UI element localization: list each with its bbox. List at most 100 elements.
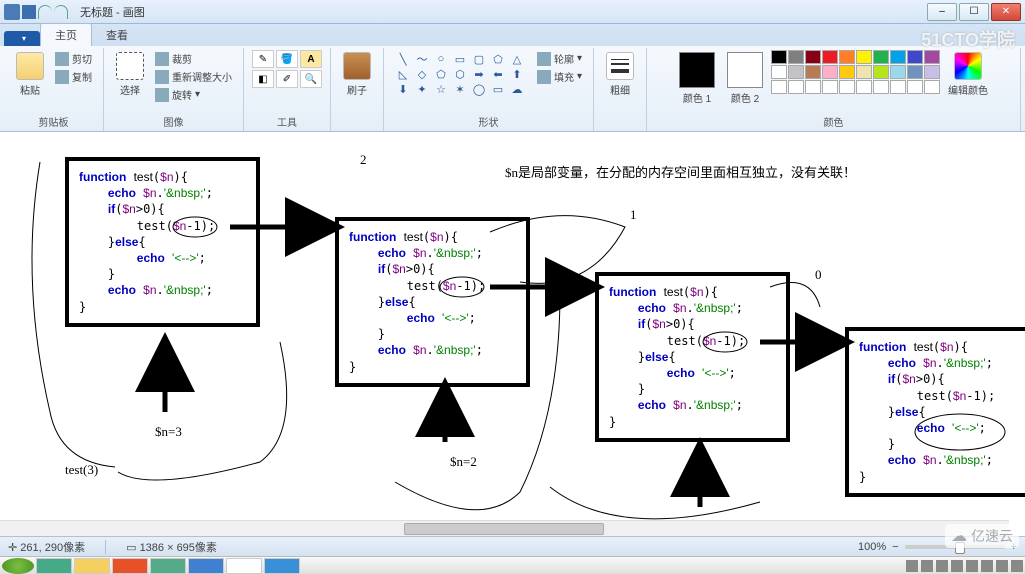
- color-swatch[interactable]: [856, 50, 872, 64]
- shape-rect[interactable]: ▭: [451, 52, 469, 66]
- tray-icon[interactable]: [1011, 560, 1023, 572]
- resize-button[interactable]: 重新调整大小: [152, 68, 235, 85]
- picker-tool[interactable]: ✐: [276, 70, 298, 88]
- color-swatch-empty[interactable]: [822, 80, 838, 94]
- shape-roundrect[interactable]: ▢: [470, 52, 488, 66]
- shape-oval[interactable]: ○: [432, 52, 450, 66]
- taskbar-item[interactable]: [188, 558, 224, 574]
- shape-callout-cloud[interactable]: ☁: [508, 82, 526, 96]
- color-swatch[interactable]: [890, 65, 906, 79]
- color-swatch[interactable]: [907, 65, 923, 79]
- rotate-button[interactable]: 旋转▾: [152, 86, 235, 103]
- select-button[interactable]: 选择: [112, 50, 148, 99]
- shape-callout-rect[interactable]: ▭: [489, 82, 507, 96]
- color-swatch[interactable]: [924, 65, 940, 79]
- taskbar-item[interactable]: [150, 558, 186, 574]
- shape-5star[interactable]: ☆: [432, 82, 450, 96]
- redo-icon[interactable]: [54, 5, 68, 19]
- color2-button[interactable]: 颜色 2: [723, 50, 767, 107]
- color-swatch[interactable]: [788, 65, 804, 79]
- eraser-tool[interactable]: ◧: [252, 70, 274, 88]
- shape-uarrow[interactable]: ⬆: [508, 67, 526, 81]
- color-swatch[interactable]: [907, 50, 923, 64]
- scrollbar-thumb[interactable]: [404, 523, 604, 535]
- taskbar-item[interactable]: [264, 558, 300, 574]
- tray-icon[interactable]: [966, 560, 978, 572]
- taskbar-item[interactable]: [74, 558, 110, 574]
- shape-pentagon[interactable]: ⬠: [432, 67, 450, 81]
- color-swatch[interactable]: [873, 50, 889, 64]
- shape-6star[interactable]: ✶: [451, 82, 469, 96]
- tray-icon[interactable]: [906, 560, 918, 572]
- shape-4star[interactable]: ✦: [413, 82, 431, 96]
- shape-rtriangle[interactable]: ◺: [394, 67, 412, 81]
- tray-icon[interactable]: [996, 560, 1008, 572]
- color-swatch-empty[interactable]: [924, 80, 940, 94]
- tray-icon[interactable]: [981, 560, 993, 572]
- cut-button[interactable]: 剪切: [52, 50, 95, 67]
- color-swatch[interactable]: [890, 50, 906, 64]
- taskbar-item[interactable]: [226, 558, 262, 574]
- shape-triangle[interactable]: △: [508, 52, 526, 66]
- shape-darrow[interactable]: ⬇: [394, 82, 412, 96]
- shape-diamond[interactable]: ◇: [413, 67, 431, 81]
- magnifier-tool[interactable]: 🔍: [300, 70, 322, 88]
- tab-view[interactable]: 查看: [92, 24, 142, 46]
- shapes-gallery[interactable]: ╲ 〜 ○ ▭ ▢ ⬠ △ ◺ ◇ ⬠ ⬡ ➡ ⬅ ⬆ ⬇ ✦ ☆ ✶ ◯ ▭: [392, 50, 528, 98]
- fill-tool[interactable]: 🪣: [276, 50, 298, 68]
- copy-button[interactable]: 复制: [52, 68, 95, 85]
- close-button[interactable]: ✕: [991, 3, 1021, 21]
- brushes-button[interactable]: 刷子: [339, 50, 375, 99]
- color-swatch-empty[interactable]: [805, 80, 821, 94]
- shape-larrow[interactable]: ⬅: [489, 67, 507, 81]
- color-swatch[interactable]: [805, 65, 821, 79]
- color-swatch[interactable]: [822, 50, 838, 64]
- tray-icon[interactable]: [921, 560, 933, 572]
- shape-line[interactable]: ╲: [394, 52, 412, 66]
- color-swatch-empty[interactable]: [907, 80, 923, 94]
- tray-icon[interactable]: [936, 560, 948, 572]
- color-swatch[interactable]: [771, 65, 787, 79]
- shape-hexagon[interactable]: ⬡: [451, 67, 469, 81]
- color-swatch[interactable]: [788, 50, 804, 64]
- horizontal-scrollbar[interactable]: [0, 520, 1009, 536]
- color-swatch[interactable]: [771, 50, 787, 64]
- shape-curve[interactable]: 〜: [413, 52, 431, 66]
- thickness-button[interactable]: 粗细: [602, 50, 638, 99]
- color-swatch[interactable]: [822, 65, 838, 79]
- canvas[interactable]: $n是局部变量，在分配的内存空间里面相互独立，没有关联！ 2 1 0 $n=3 …: [0, 132, 1025, 536]
- shape-fill-button[interactable]: 填充▾: [534, 68, 585, 85]
- taskbar-item[interactable]: [112, 558, 148, 574]
- color-swatch[interactable]: [924, 50, 940, 64]
- app-icon[interactable]: [4, 4, 20, 20]
- color-swatch[interactable]: [856, 65, 872, 79]
- file-tab[interactable]: [4, 31, 40, 46]
- shape-polygon[interactable]: ⬠: [489, 52, 507, 66]
- edit-colors-button[interactable]: 编辑颜色: [944, 50, 992, 99]
- save-icon[interactable]: [22, 5, 36, 19]
- tab-home[interactable]: 主页: [40, 23, 92, 46]
- shape-rarrow[interactable]: ➡: [470, 67, 488, 81]
- minimize-button[interactable]: –: [927, 3, 957, 21]
- color-swatch-empty[interactable]: [890, 80, 906, 94]
- shape-outline-button[interactable]: 轮廓▾: [534, 50, 585, 67]
- text-tool[interactable]: A: [300, 50, 322, 68]
- pencil-tool[interactable]: ✎: [252, 50, 274, 68]
- color-swatch-empty[interactable]: [771, 80, 787, 94]
- undo-icon[interactable]: [38, 5, 52, 19]
- crop-button[interactable]: 裁剪: [152, 50, 235, 67]
- color-swatch-empty[interactable]: [788, 80, 804, 94]
- color-swatch[interactable]: [839, 65, 855, 79]
- color-swatch[interactable]: [805, 50, 821, 64]
- color-swatch-empty[interactable]: [839, 80, 855, 94]
- zoom-out-button[interactable]: −: [892, 541, 898, 553]
- shape-callout-round[interactable]: ◯: [470, 82, 488, 96]
- tray-icon[interactable]: [951, 560, 963, 572]
- color-swatch-empty[interactable]: [856, 80, 872, 94]
- color-swatch-empty[interactable]: [873, 80, 889, 94]
- color1-button[interactable]: 颜色 1: [675, 50, 719, 107]
- color-swatch[interactable]: [873, 65, 889, 79]
- taskbar-item[interactable]: [36, 558, 72, 574]
- paste-button[interactable]: 粘贴: [12, 50, 48, 99]
- start-button[interactable]: [2, 558, 34, 574]
